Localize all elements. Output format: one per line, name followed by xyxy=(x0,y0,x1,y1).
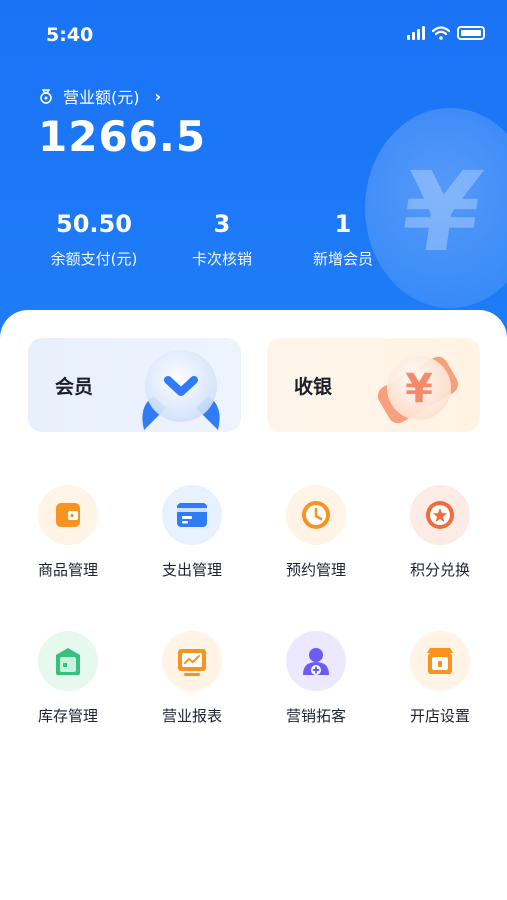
stat-value: 1 xyxy=(334,210,352,238)
grid-item-expense-management[interactable]: 支出管理 xyxy=(142,485,242,580)
product-wallet-icon xyxy=(38,485,98,545)
user-plus-icon xyxy=(286,631,346,691)
grid-item-store-settings[interactable]: 开店设置 xyxy=(390,631,490,726)
stat-label: 新增会员 xyxy=(312,250,373,268)
grid-item-marketing-expansion[interactable]: 营销拓客 xyxy=(266,631,366,726)
status-icons xyxy=(407,26,485,40)
clock-icon xyxy=(286,485,346,545)
cashier-card[interactable]: 收银 ¥ xyxy=(267,338,480,432)
wifi-icon xyxy=(432,26,450,40)
grid-item-points-exchange[interactable]: 积分兑换 xyxy=(390,485,490,580)
grid-item-product-management[interactable]: 商品管理 xyxy=(18,485,118,580)
stat-label: 余额支付(元) xyxy=(50,250,138,268)
revenue-label: 营业额(元) xyxy=(63,88,140,107)
stat-value: 3 xyxy=(213,210,231,238)
grid-item-inventory-management[interactable]: 库存管理 xyxy=(18,631,118,726)
stat-card-redemption[interactable]: 3 卡次核销 xyxy=(152,210,292,269)
status-time: 5:40 xyxy=(46,24,94,46)
status-bar: 5:40 xyxy=(0,0,507,66)
report-chart-icon xyxy=(162,631,222,691)
member-card[interactable]: 会员 xyxy=(28,338,241,432)
header-hero: ¥ 5:40 营业额(元) › 1266.5 50.50 余额支付(元) 3 卡… xyxy=(0,0,507,360)
yen-ticket-icon: ¥ xyxy=(377,356,459,424)
cashier-card-label: 收银 xyxy=(294,376,333,398)
stat-label: 卡次核销 xyxy=(191,250,252,268)
grid-item-label: 库存管理 xyxy=(37,707,98,725)
revenue-link[interactable]: 营业额(元) › xyxy=(38,84,161,108)
star-badge-icon xyxy=(410,485,470,545)
grid-item-appointment-management[interactable]: 预约管理 xyxy=(266,485,366,580)
main-panel: 会员 收银 ¥ 商品管理 支出管理 预约管理 积分兑换 库存管理 营业报表 营销… xyxy=(0,310,507,900)
inventory-house-icon xyxy=(38,631,98,691)
chevron-right-icon: › xyxy=(154,86,162,106)
grid-item-label: 积分兑换 xyxy=(409,561,470,579)
grid-item-business-report[interactable]: 营业报表 xyxy=(142,631,242,726)
svg-text:¥: ¥ xyxy=(405,366,433,412)
yen-coin-decoration: ¥ xyxy=(365,108,507,308)
grid-item-label: 开店设置 xyxy=(409,707,470,725)
grid-item-label: 营业报表 xyxy=(161,707,222,725)
grid-item-label: 营销拓客 xyxy=(285,707,346,725)
signal-icon xyxy=(407,26,425,40)
grid-item-label: 预约管理 xyxy=(285,561,346,579)
stat-value: 50.50 xyxy=(56,210,132,238)
member-heart-icon xyxy=(142,350,220,430)
battery-icon xyxy=(457,26,485,40)
stat-balance-payment[interactable]: 50.50 余额支付(元) xyxy=(24,210,164,269)
grid-item-label: 商品管理 xyxy=(37,561,98,579)
grid-item-label: 支出管理 xyxy=(161,561,222,579)
member-card-label: 会员 xyxy=(55,376,94,398)
stat-new-members[interactable]: 1 新增会员 xyxy=(273,210,413,269)
revenue-value: 1266.5 xyxy=(38,112,207,161)
money-bag-icon xyxy=(40,89,52,104)
expense-card-icon xyxy=(162,485,222,545)
store-icon xyxy=(410,631,470,691)
